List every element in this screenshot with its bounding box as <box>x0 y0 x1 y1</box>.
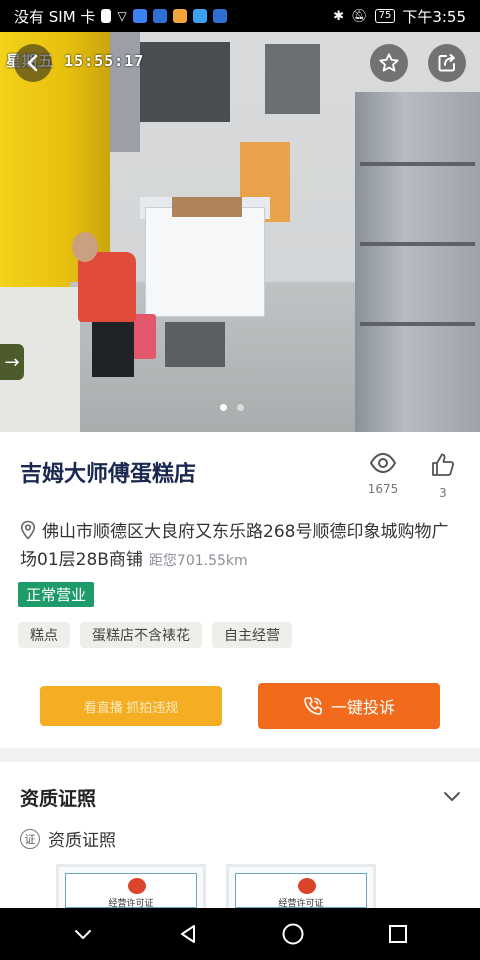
share-icon <box>438 54 455 72</box>
battery-icon: 75 <box>374 9 396 23</box>
chevron-down-icon <box>74 930 91 939</box>
sim-alert-icon <box>101 9 112 23</box>
bluetooth-icon: ✱ <box>333 8 345 24</box>
camera-scene-oven <box>355 92 480 432</box>
camera-scene-boxes <box>172 197 242 217</box>
store-info-card: 吉姆大师傅蛋糕店 1675 3 佛山市顺德区大良府又东乐路268号顺德印象城购物… <box>0 432 480 748</box>
carousel-indicator <box>220 404 244 411</box>
camera-scene-basket <box>165 322 225 367</box>
category-tag: 糕点 <box>18 622 70 648</box>
distance-text: 距您701.55km <box>148 553 248 569</box>
system-navigation-bar <box>0 908 480 960</box>
camera-scene-window <box>140 42 230 122</box>
triangle-back-icon <box>180 925 195 943</box>
thumbs-up-icon <box>432 453 455 476</box>
app-notification-icon <box>212 9 227 23</box>
star-icon <box>379 53 399 72</box>
certificate-thumbnail[interactable]: 经营许可证 <box>56 864 206 908</box>
mute-icon: 🔕︎ <box>351 8 368 24</box>
camera-scene-person <box>78 252 136 322</box>
nav-hide-button[interactable] <box>68 919 98 949</box>
camera-scene-oven-rack <box>360 242 475 246</box>
nav-back-button[interactable] <box>173 919 203 949</box>
app-notification-icon <box>132 9 147 23</box>
carrier-text: 没有 SIM 卡 <box>14 7 96 26</box>
section-title: 资质证照 <box>20 788 97 810</box>
qualification-subheader: 证 资质证照 <box>20 826 116 851</box>
complain-label: 一键投诉 <box>330 700 395 717</box>
certificate-frame: 经营许可证 <box>65 873 197 908</box>
eye-icon <box>369 452 397 474</box>
store-tags: 糕点 蛋糕店不含裱花 自主经营 <box>18 622 292 648</box>
like-button[interactable]: 3 <box>418 452 468 500</box>
complain-button[interactable]: 一键投诉 <box>258 683 440 729</box>
camera-scene-person <box>72 232 98 262</box>
watch-live-label: 看直播 抓拍违规 <box>83 699 179 715</box>
camera-scene-person <box>92 317 134 377</box>
wifi-icon: ▽ <box>117 9 127 23</box>
phone-icon <box>304 697 322 715</box>
camera-scene-oven-rack <box>360 322 475 326</box>
favorite-button[interactable] <box>370 44 408 82</box>
back-button[interactable] <box>14 44 52 82</box>
section-divider <box>0 748 480 762</box>
category-tag: 蛋糕店不含裱花 <box>80 622 202 648</box>
certificate-frame: 经营许可证 <box>235 873 367 908</box>
app-notification-icon <box>152 9 167 23</box>
certificate-badge-icon: 证 <box>20 828 40 849</box>
chevron-down-icon[interactable] <box>442 786 462 806</box>
watch-live-button[interactable]: 看直播 抓拍违规 <box>40 686 222 726</box>
status-bar: 没有 SIM 卡 ▽ ✱ 🔕︎ 75 下午3:55 <box>0 0 480 32</box>
arrow-right-icon: → <box>4 351 20 373</box>
nav-home-button[interactable] <box>278 919 308 949</box>
likes-count: 3 <box>439 486 447 500</box>
camera-scene-freezer <box>145 207 265 317</box>
certificate-title: 经营许可证 <box>278 899 324 908</box>
category-tag: 自主经营 <box>212 622 292 648</box>
store-name: 吉姆大师傅蛋糕店 <box>20 462 197 487</box>
clock-text: 下午3:55 <box>402 7 466 26</box>
location-pin-icon <box>20 520 36 540</box>
views-count: 1675 <box>367 482 399 496</box>
camera-scene-window <box>265 44 320 114</box>
chevron-left-icon <box>27 54 38 72</box>
qualification-subtitle: 资质证照 <box>48 831 116 851</box>
cloud-notification-icon <box>192 9 207 23</box>
carousel-dot[interactable] <box>237 404 244 411</box>
business-status-badge: 正常营业 <box>18 582 95 607</box>
camera-scene-oven-rack <box>360 162 475 166</box>
nav-recents-button[interactable] <box>383 919 413 949</box>
certificate-thumbnail[interactable]: 经营许可证 <box>226 864 376 908</box>
side-expand-button[interactable]: → <box>0 344 24 380</box>
camera-feed[interactable]: 星期五 15:55:17 → <box>0 32 480 432</box>
national-emblem-icon <box>128 878 146 894</box>
certificate-title: 经营许可证 <box>108 899 154 908</box>
store-address[interactable]: 佛山市顺德区大良府又东乐路268号顺德印象城购物广场01层28B商铺 距您701.… <box>20 518 460 575</box>
circle-home-icon <box>282 923 303 945</box>
views-stat: 1675 <box>358 452 408 496</box>
national-emblem-icon <box>298 878 316 894</box>
carousel-dot[interactable] <box>220 404 227 411</box>
square-recents-icon <box>388 925 407 943</box>
app-notification-icon <box>172 9 187 23</box>
share-button[interactable] <box>428 44 466 82</box>
qualification-section: 资质证照 证 资质证照 经营许可证 经营许可证 <box>0 762 480 908</box>
